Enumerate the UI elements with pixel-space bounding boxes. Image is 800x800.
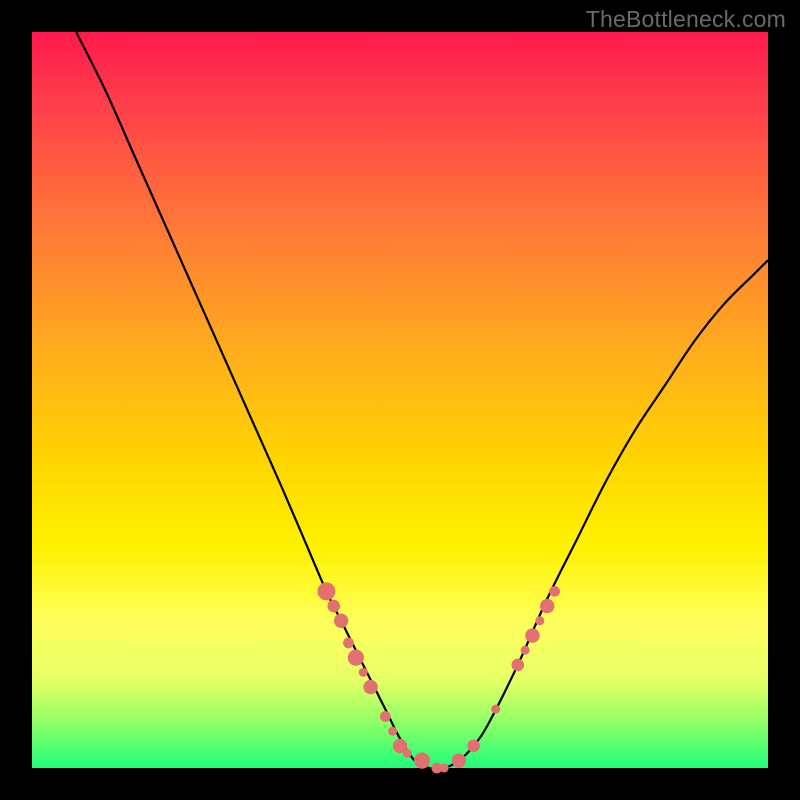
curve-marker — [334, 614, 348, 628]
curve-marker — [467, 740, 480, 753]
curve-marker — [540, 599, 554, 613]
curve-marker — [380, 711, 391, 722]
curve-marker — [348, 650, 364, 666]
curve-marker — [403, 749, 412, 758]
curve-marker — [317, 582, 335, 600]
curve-marker — [359, 668, 368, 677]
bottleneck-curve — [76, 32, 768, 769]
curve-marker — [440, 764, 449, 773]
curve-marker — [327, 600, 340, 613]
curve-marker — [491, 705, 500, 714]
chart-plot-area — [32, 32, 768, 768]
curve-marker — [549, 586, 560, 597]
curve-marker — [388, 727, 397, 736]
curve-marker — [363, 680, 377, 694]
curve-marker — [521, 646, 530, 655]
curve-marker — [535, 616, 544, 625]
curve-marker — [452, 753, 466, 767]
curve-markers — [317, 582, 560, 773]
watermark-text: TheBottleneck.com — [586, 6, 786, 33]
chart-svg — [32, 32, 768, 768]
curve-marker — [511, 659, 524, 672]
curve-marker — [414, 753, 430, 769]
chart-frame: TheBottleneck.com — [0, 0, 800, 800]
curve-marker — [525, 628, 539, 642]
curve-marker — [343, 637, 354, 648]
